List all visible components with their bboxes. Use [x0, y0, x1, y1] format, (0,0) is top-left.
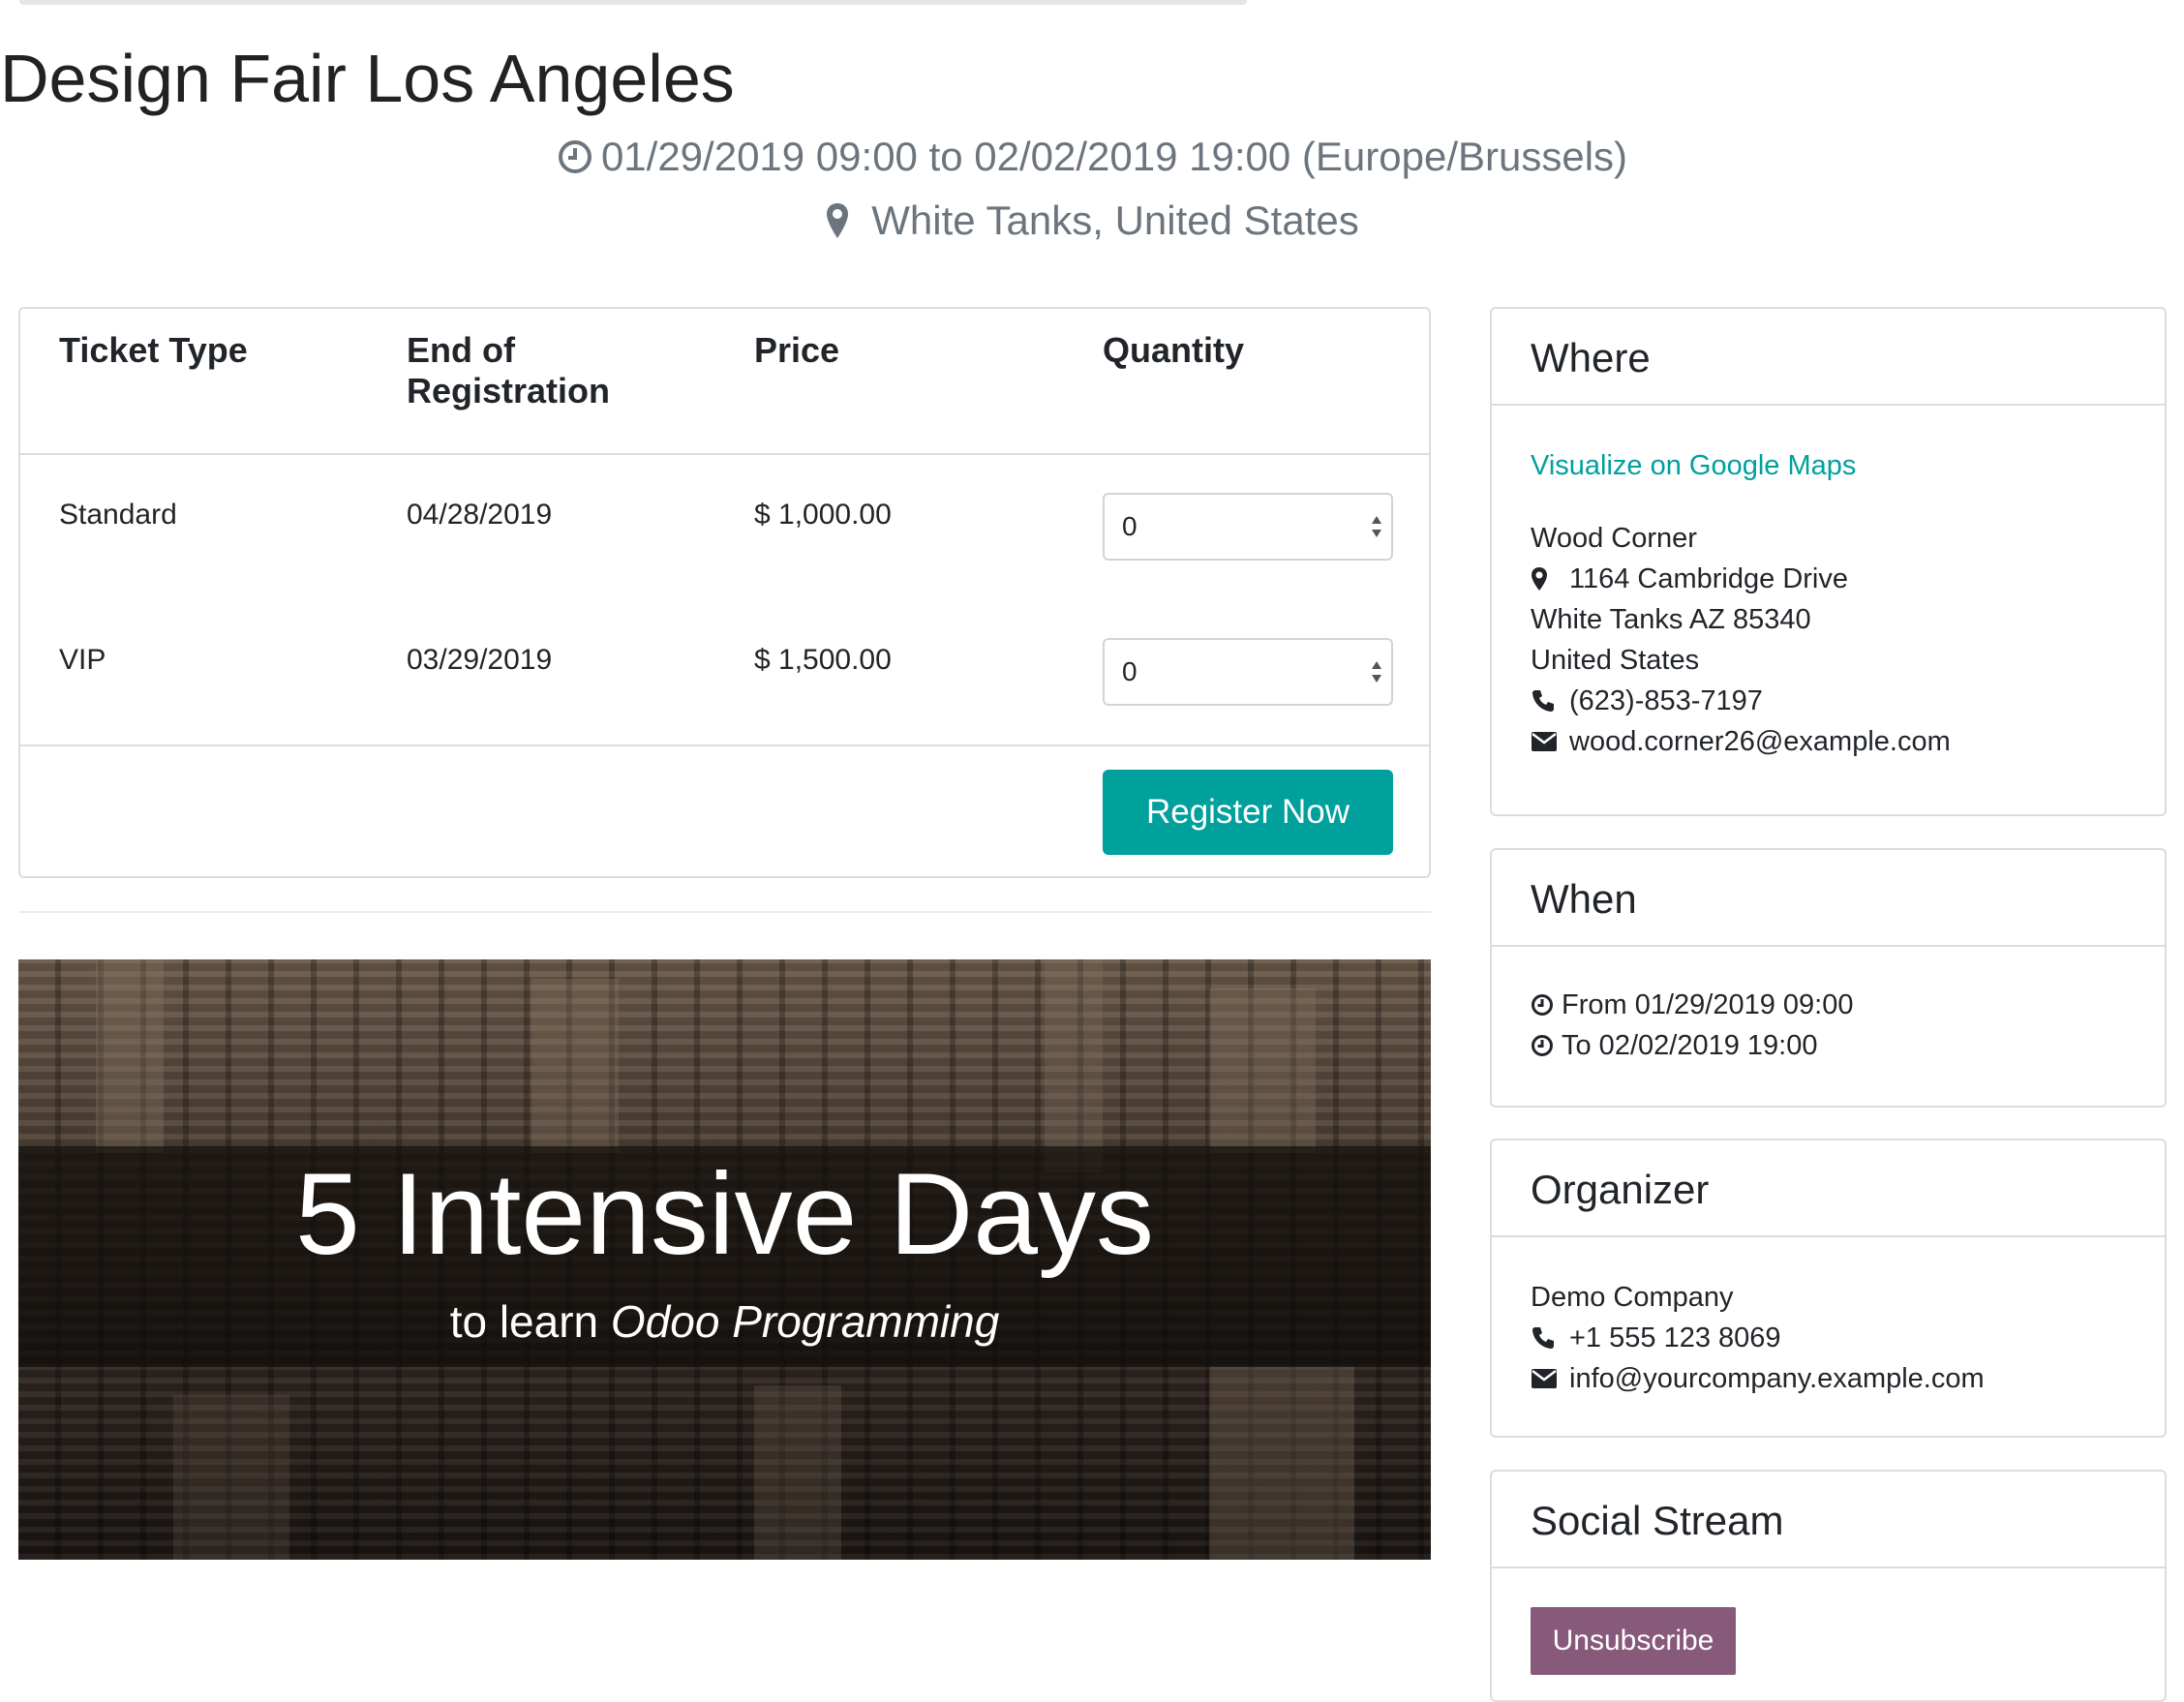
when-card-header: When — [1492, 850, 2165, 947]
row-standard-price: $ 1,000.00 — [754, 499, 892, 531]
header-price: Price — [754, 330, 840, 370]
event-location-text: White Tanks, United States — [871, 198, 1359, 243]
header-quantity: Quantity — [1103, 330, 1245, 370]
organizer-email: info@yourcompany.example.com — [1531, 1361, 1985, 1396]
when-to: To 02/02/2019 19:00 — [1531, 1028, 1817, 1063]
when-to-text: To 02/02/2019 19:00 — [1562, 1030, 1818, 1061]
organizer-card-header: Organizer — [1492, 1140, 2165, 1237]
envelope-icon — [1532, 1369, 1557, 1388]
header-ticket-type: Ticket Type — [59, 330, 248, 370]
organizer-card: Organizer Demo Company +1 555 123 8069 i… — [1490, 1139, 2167, 1438]
event-title: Design Fair Los Angeles — [0, 41, 735, 116]
envelope-icon — [1532, 732, 1557, 751]
when-from: From 01/29/2019 09:00 — [1531, 988, 1853, 1022]
quantity-value: 0 — [1122, 511, 1138, 541]
row-standard-end: 04/28/2019 — [407, 499, 553, 531]
when-card: When From 01/29/2019 09:00 To 02/02/2019… — [1490, 848, 2167, 1108]
google-maps-link[interactable]: Visualize on Google Maps — [1531, 448, 1856, 483]
organizer-title: Organizer — [1531, 1167, 1710, 1212]
banner-sub-emphasis: Odoo Programming — [610, 1296, 1000, 1347]
top-scroll-bar — [19, 0, 1247, 5]
quantity-value: 0 — [1122, 656, 1138, 686]
section-divider — [18, 911, 1431, 913]
row-vip-type: VIP — [59, 644, 106, 676]
banner-title: 5 Intensive Days — [294, 1149, 1155, 1279]
clock-icon — [1532, 994, 1553, 1016]
event-dates-text: 01/29/2019 09:00 to 02/02/2019 19:00 (Eu… — [600, 134, 1628, 179]
when-title: When — [1531, 876, 1637, 922]
where-card-header: Where — [1492, 309, 2165, 406]
venue-city: White Tanks AZ 85340 — [1531, 604, 1811, 635]
organizer-name: Demo Company — [1531, 1282, 1734, 1313]
where-card: Where Visualize on Google Maps Wood Corn… — [1490, 307, 2167, 816]
event-location: White Tanks, United States — [0, 194, 2184, 248]
event-dates: 01/29/2019 09:00 to 02/02/2019 19:00 (Eu… — [0, 130, 2184, 184]
venue-email: wood.corner26@example.com — [1531, 724, 1951, 759]
register-now-button[interactable]: Register Now — [1103, 770, 1393, 855]
social-stream-card: Social Stream Unsubscribe — [1490, 1470, 2167, 1702]
where-title: Where — [1531, 335, 1651, 380]
ticket-card: Ticket Type End of Registration Price Qu… — [18, 307, 1431, 878]
footer-divider — [20, 745, 1429, 746]
organizer-phone: +1 555 123 8069 — [1531, 1321, 1781, 1355]
venue-street-text: 1164 Cambridge Drive — [1569, 563, 1848, 594]
venue-phone: (623)-853-7197 — [1531, 684, 1763, 718]
banner-sub-prefix: to learn — [449, 1296, 599, 1347]
quantity-select-standard[interactable]: 0 — [1103, 493, 1393, 561]
spinner-arrows-icon — [1372, 661, 1381, 683]
venue-email-text: wood.corner26@example.com — [1569, 726, 1951, 757]
when-from-text: From 01/29/2019 09:00 — [1562, 989, 1854, 1020]
map-marker-icon — [1532, 567, 1547, 591]
map-marker-icon — [827, 203, 849, 238]
venue-country: United States — [1531, 645, 1700, 676]
header-end-line1: End of — [407, 330, 515, 370]
banner-subtitle: to learn Odoo Programming — [18, 1294, 1431, 1349]
phone-icon — [1532, 690, 1554, 712]
phone-icon — [1532, 1327, 1554, 1349]
clock-icon — [558, 140, 592, 173]
clock-icon — [1532, 1035, 1553, 1056]
header-end-line2: Registration — [407, 371, 611, 410]
event-banner: 5 Intensive Days to learn Odoo Programmi… — [18, 959, 1431, 1560]
social-title: Social Stream — [1531, 1498, 1784, 1543]
row-vip-end: 03/29/2019 — [407, 644, 553, 676]
row-standard-type: Standard — [59, 499, 177, 531]
quantity-select-vip[interactable]: 0 — [1103, 638, 1393, 706]
venue-name: Wood Corner — [1531, 523, 1697, 554]
header-divider — [20, 453, 1429, 455]
row-vip-price: $ 1,500.00 — [754, 644, 892, 676]
social-card-header: Social Stream — [1492, 1472, 2165, 1568]
venue-street: 1164 Cambridge Drive — [1531, 562, 1848, 596]
header-end-of-registration: End of Registration — [407, 330, 610, 411]
venue-phone-text: (623)-853-7197 — [1569, 685, 1763, 716]
organizer-phone-text: +1 555 123 8069 — [1569, 1322, 1781, 1353]
organizer-email-text: info@yourcompany.example.com — [1569, 1363, 1985, 1394]
unsubscribe-button[interactable]: Unsubscribe — [1531, 1607, 1736, 1675]
spinner-arrows-icon — [1372, 516, 1381, 537]
